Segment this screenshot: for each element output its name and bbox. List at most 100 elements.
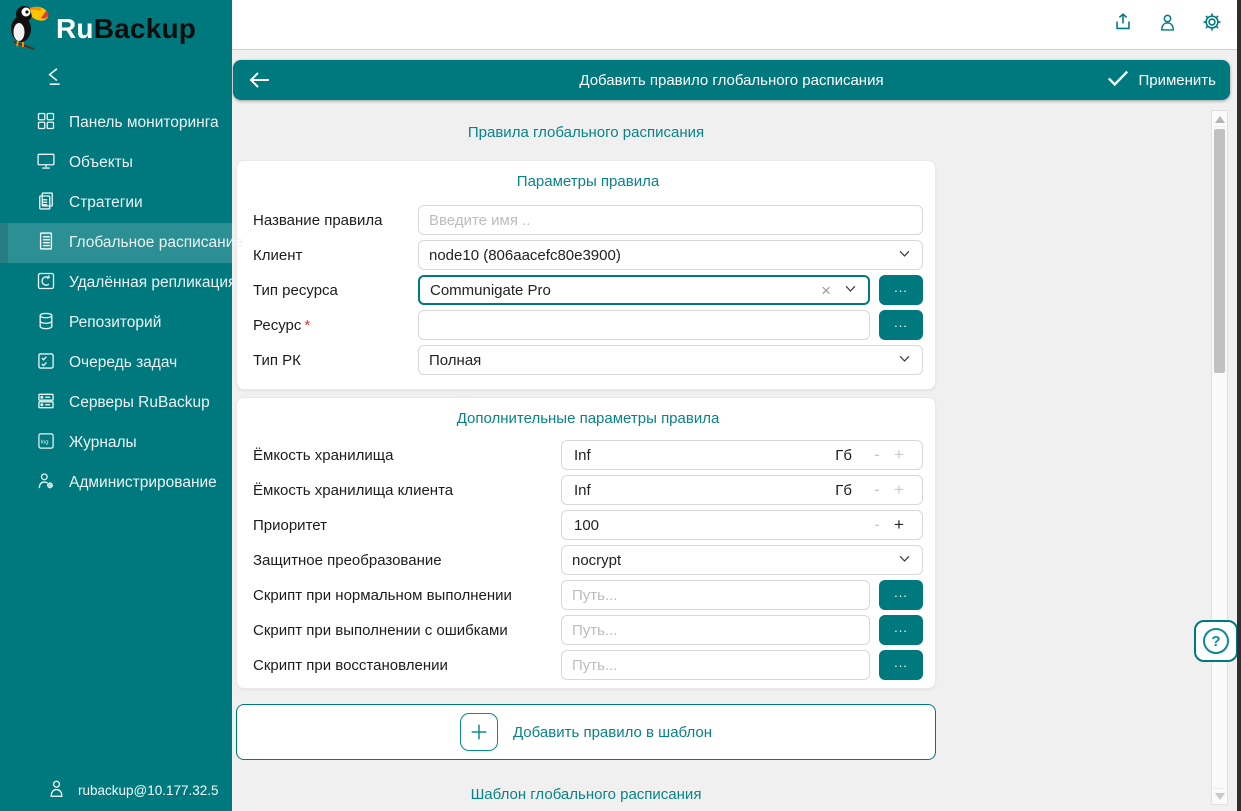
scroll-down-button[interactable] (1213, 788, 1226, 803)
backup-type-select[interactable]: Полная (418, 345, 923, 375)
priority-row: Приоритет 100 - + (253, 510, 923, 540)
storage-capacity-label: Ёмкость хранилища (253, 447, 561, 464)
sidebar-item-repository[interactable]: Репозиторий (0, 303, 232, 343)
scroll-up-button[interactable] (1213, 112, 1226, 127)
sidebar-collapse-button[interactable] (0, 65, 232, 91)
resource-type-browse-button[interactable]: ... (879, 275, 923, 305)
rule-params-card: Параметры правила Название правила Клиен… (236, 160, 936, 390)
content: Добавить правило глобального расписания … (232, 50, 1241, 811)
decrement-button[interactable]: - (866, 515, 888, 535)
increment-button[interactable]: + (888, 480, 910, 500)
backup-type-row: Тип РК Полная (253, 345, 923, 375)
client-storage-capacity-row: Ёмкость хранилища клиента Inf Гб - + (253, 475, 923, 505)
admin-user-gear-icon (36, 471, 56, 496)
triangle-down-icon (1215, 793, 1225, 800)
extra-params-card: Дополнительные параметры правила Ёмкость… (236, 397, 936, 689)
rule-name-row: Название правила (253, 205, 923, 235)
vertical-scrollbar[interactable] (1211, 110, 1228, 805)
resource-label: Ресурс* (253, 317, 418, 334)
page-header: Добавить правило глобального расписания … (233, 60, 1230, 100)
priority-value[interactable]: 100 (574, 517, 866, 534)
gear-icon (1201, 11, 1223, 38)
client-row: Клиент node10 (806aacefc80e3900) (253, 240, 923, 270)
rule-name-label: Название правила (253, 212, 418, 229)
help-button[interactable]: ? (1194, 620, 1238, 662)
script-error-browse-button[interactable]: ... (879, 615, 923, 645)
resource-type-value: Communigate Pro (430, 282, 821, 299)
script-ok-input[interactable] (561, 580, 870, 610)
section-title: Правила глобального расписания (236, 124, 936, 142)
card-title: Параметры правила (253, 173, 923, 191)
rule-name-input[interactable] (418, 205, 923, 235)
storage-capacity-value[interactable]: Inf (574, 447, 835, 464)
add-rule-to-template-button[interactable]: Добавить правило в шаблон (236, 704, 936, 760)
sidebar-item-strategies[interactable]: Стратегии (0, 183, 232, 223)
sidebar-item-dashboard[interactable]: Панель мониторинга (0, 103, 232, 143)
sidebar-item-administration[interactable]: Администрирование (0, 463, 232, 503)
sidebar: RuBackup Панель мониторинга (0, 0, 232, 811)
increment-button[interactable]: + (888, 445, 910, 465)
add-rule-to-template-label: Добавить правило в шаблон (513, 724, 712, 741)
svg-text:log: log (41, 439, 49, 445)
sidebar-item-remote-replication[interactable]: Удалённая репликация (0, 263, 232, 303)
crypto-row: Защитное преобразование nocrypt (253, 545, 923, 575)
apply-button[interactable]: Применить (1106, 68, 1216, 92)
decrement-button[interactable]: - (866, 480, 888, 500)
export-button[interactable] (1112, 11, 1134, 38)
increment-button[interactable]: + (888, 515, 910, 535)
sidebar-item-label: Очередь задач (69, 354, 177, 372)
task-checklist-icon (36, 351, 56, 376)
priority-stepper: 100 - + (561, 510, 923, 540)
script-error-input[interactable] (561, 615, 870, 645)
sidebar-item-task-queue[interactable]: Очередь задач (0, 343, 232, 383)
backup-type-label: Тип РК (253, 352, 418, 369)
person-icon (1157, 12, 1178, 38)
resource-type-label: Тип ресурса (253, 282, 418, 299)
crypto-label: Защитное преобразование (253, 552, 561, 569)
decrement-button[interactable]: - (866, 445, 888, 465)
schedule-doc-icon (36, 231, 56, 256)
rule-form: Правила глобального расписания Параметры… (236, 124, 936, 803)
script-restore-row: Скрипт при восстановлении ... (253, 650, 923, 680)
sidebar-item-label: Репозиторий (69, 314, 161, 332)
settings-button[interactable] (1201, 11, 1223, 38)
resource-row: Ресурс* ... (253, 310, 923, 340)
template-section-title: Шаблон глобального расписания (236, 786, 936, 803)
client-select[interactable]: node10 (806aacefc80e3900) (418, 240, 923, 270)
script-ok-row: Скрипт при нормальном выполнении ... (253, 580, 923, 610)
priority-label: Приоритет (253, 517, 561, 534)
script-error-row: Скрипт при выполнении с ошибками ... (253, 615, 923, 645)
sidebar-item-label: Глобальное расписание (69, 234, 243, 252)
plus-icon (460, 713, 498, 751)
storage-capacity-row: Ёмкость хранилища Inf Гб - + (253, 440, 923, 470)
clear-icon[interactable]: × (821, 282, 831, 299)
resource-browse-button[interactable]: ... (879, 310, 923, 340)
script-error-label: Скрипт при выполнении с ошибками (253, 622, 561, 639)
client-storage-capacity-value[interactable]: Inf (574, 482, 835, 499)
sidebar-item-servers[interactable]: Серверы RuBackup (0, 383, 232, 423)
resource-input[interactable] (418, 310, 870, 340)
strategies-doc-icon (36, 191, 56, 216)
user-address: rubackup@10.177.32.5 (78, 783, 219, 798)
storage-capacity-stepper: Inf Гб - + (561, 440, 923, 470)
resource-type-combobox[interactable]: Communigate Pro × (418, 275, 870, 305)
sidebar-item-label: Удалённая репликация (69, 274, 236, 292)
sidebar-item-label: Серверы RuBackup (69, 394, 210, 412)
backup-type-value: Полная (429, 352, 897, 369)
script-restore-browse-button[interactable]: ... (879, 650, 923, 680)
back-button[interactable] (247, 70, 271, 90)
topbar (232, 0, 1241, 50)
script-ok-browse-button[interactable]: ... (879, 580, 923, 610)
script-restore-input[interactable] (561, 650, 870, 680)
sidebar-item-objects[interactable]: Объекты (0, 143, 232, 183)
scrollbar-thumb[interactable] (1214, 129, 1225, 373)
sidebar-item-logs[interactable]: log Журналы (0, 423, 232, 463)
collapse-sidebar-icon (45, 66, 67, 91)
database-icon (36, 311, 56, 336)
profile-button[interactable] (1157, 12, 1178, 38)
chevron-down-icon (897, 351, 912, 370)
sidebar-item-global-schedule[interactable]: Глобальное расписание (0, 223, 232, 263)
user-icon (48, 779, 65, 801)
brand-name: RuBackup (56, 13, 196, 45)
crypto-select[interactable]: nocrypt (561, 545, 923, 575)
